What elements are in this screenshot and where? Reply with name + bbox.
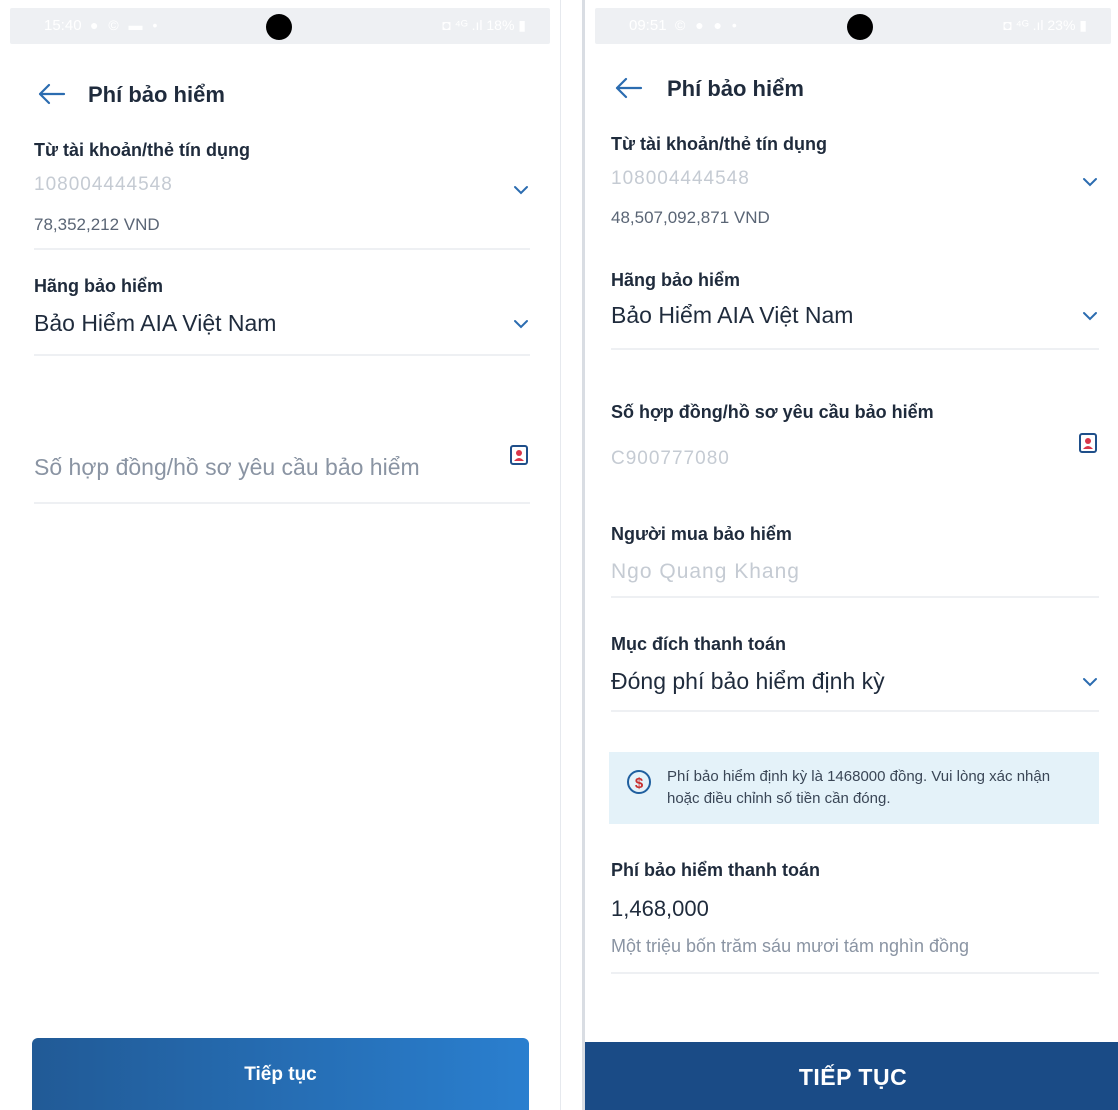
header: Phí bảo hiểm [0,74,560,114]
account-number: 108004444548 [34,174,173,195]
page-title: Phí bảo hiểm [88,82,225,107]
account-label: Từ tài khoản/thẻ tín dụng [611,134,828,154]
back-arrow-icon[interactable] [613,76,643,100]
camera-cutout [266,14,292,40]
chevron-down-icon[interactable] [512,184,530,196]
insurer-label: Hãng bảo hiểm [611,270,741,290]
contract-number-input[interactable]: Số hợp đồng/hồ sơ yêu cầu bảo hiểm [34,440,530,504]
account-select[interactable]: Từ tài khoản/thẻ tín dụng 108004444548 7… [34,138,530,250]
payment-amount-input[interactable]: Phí bảo hiểm thanh toán 1,468,000 Một tr… [611,856,1099,974]
contract-number-placeholder: Số hợp đồng/hồ sơ yêu cầu bảo hiểm [34,454,420,480]
buyer-value: Ngo Quang Khang [611,560,800,583]
account-select[interactable]: Từ tài khoản/thẻ tín dụng 108004444548 4… [611,132,1099,244]
continue-button[interactable]: Tiếp tục [32,1038,529,1110]
status-icons: ● © ▬ • [90,17,161,33]
dollar-icon: $ [627,770,651,794]
contract-number-value: C900777080 [611,448,730,469]
insurer-value: Bảo Hiểm AIA Việt Nam [34,310,277,336]
account-label: Từ tài khoản/thẻ tín dụng [34,140,251,160]
payment-purpose-value: Đóng phí bảo hiểm định kỳ [611,668,885,694]
fee-notice-text: Phí bảo hiểm định kỳ là 1468000 đồng. Vu… [667,768,1051,807]
phone-screen-left: 15:40 ● © ▬ • ◘ ⁴ᴳ .ıl 18% ▮ Phí bảo hiể… [0,0,561,1110]
status-right-icons: ◘ ⁴ᴳ .ıl 18% ▮ [442,17,526,33]
camera-cutout [847,14,873,40]
insurer-value: Bảo Hiểm AIA Việt Nam [611,302,854,328]
header: Phí bảo hiểm [585,68,1118,108]
status-right-icons: ◘ ⁴ᴳ .ıl 23% ▮ [1003,17,1087,33]
payment-amount-label: Phí bảo hiểm thanh toán [611,860,821,880]
continue-button[interactable]: TIẾP TỤC [585,1042,1118,1110]
account-balance: 48,507,092,871 VND [611,208,770,227]
back-arrow-icon[interactable] [36,82,66,106]
account-balance: 78,352,212 VND [34,215,160,234]
buyer-label: Người mua bảo hiểm [611,524,792,544]
chevron-down-icon[interactable] [512,318,530,330]
fee-notice: $ Phí bảo hiểm định kỳ là 1468000 đồng. … [609,752,1099,824]
insurer-select[interactable]: Hãng bảo hiểm Bảo Hiểm AIA Việt Nam [611,268,1099,350]
status-time: 15:40 [44,17,82,34]
buyer-field: Người mua bảo hiểm Ngo Quang Khang [611,520,1099,598]
payment-purpose-label: Mục đích thanh toán [611,634,786,654]
chevron-down-icon[interactable] [1081,310,1099,322]
status-icons: © ● ● • [675,17,740,33]
phone-screen-right: 09:51 © ● ● • ◘ ⁴ᴳ .ıl 23% ▮ Phí bảo hiể… [582,0,1118,1110]
payment-amount-words: Một triệu bốn trăm sáu mươi tám nghìn đồ… [611,936,970,956]
account-number: 108004444548 [611,168,750,189]
insurer-label: Hãng bảo hiểm [34,276,164,296]
chevron-down-icon[interactable] [1081,676,1099,688]
status-time: 09:51 [629,17,667,34]
contact-book-icon[interactable] [1077,432,1099,454]
payment-amount-value: 1,468,000 [611,896,709,921]
chevron-down-icon[interactable] [1081,176,1099,188]
contract-number-label: Số hợp đồng/hồ sơ yêu cầu bảo hiểm [611,402,934,422]
divider [561,0,581,1110]
payment-purpose-select[interactable]: Mục đích thanh toán Đóng phí bảo hiểm đị… [611,632,1099,712]
page-title: Phí bảo hiểm [667,76,804,101]
contract-number-input[interactable]: Số hợp đồng/hồ sơ yêu cầu bảo hiểm C9007… [611,400,1099,480]
contact-book-icon[interactable] [508,444,530,466]
insurer-select[interactable]: Hãng bảo hiểm Bảo Hiểm AIA Việt Nam [34,274,530,356]
